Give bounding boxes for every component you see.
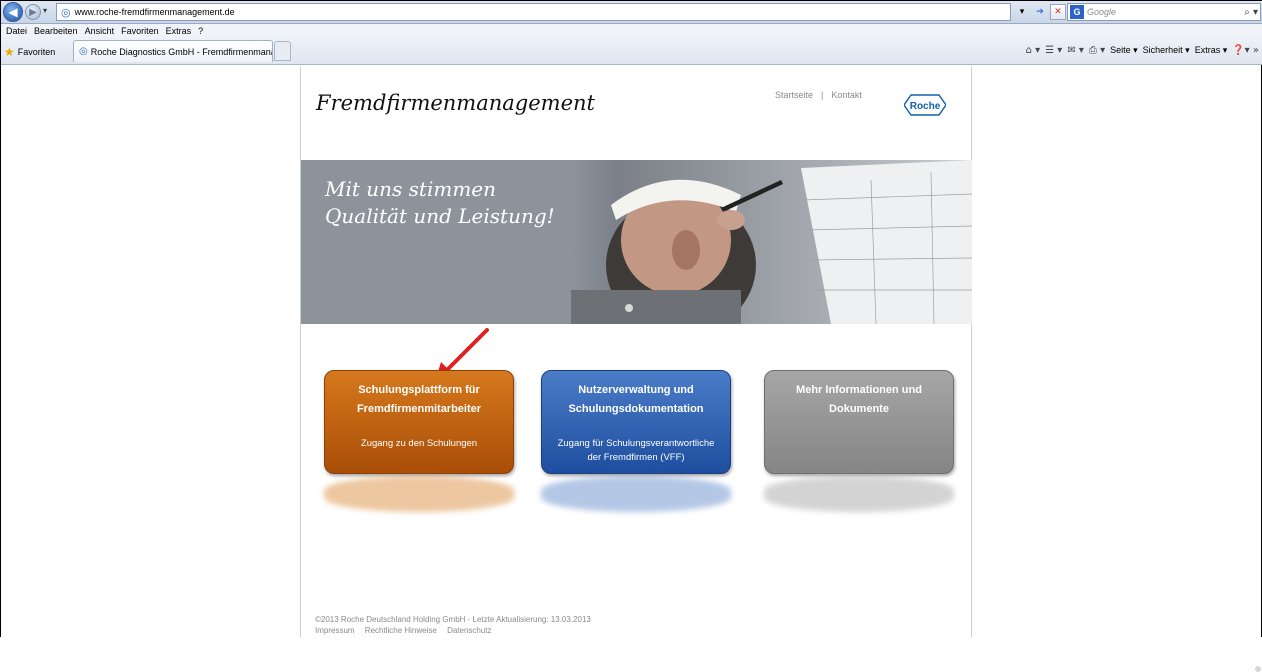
star-icon: ★ [4, 45, 15, 59]
tile-title-line-2: Dokumente [829, 403, 889, 415]
footer-links: Impressum Rechtliche Hinweise Datenschut… [315, 625, 591, 636]
favorites-button[interactable]: ★ Favoriten [4, 45, 55, 59]
nav-startseite[interactable]: Startseite [775, 90, 813, 100]
help-icon[interactable]: ❓▾ » [1232, 45, 1259, 56]
scroll-marker [1255, 666, 1261, 672]
stop-icon[interactable]: ✕ [1050, 4, 1066, 20]
footer: ©2013 Roche Deutschland Holding GmbH - L… [315, 614, 591, 636]
tile-schulungsplattform[interactable]: Schulungsplattform für Fremdfirmenmitarb… [324, 370, 514, 474]
tile-title-line-1: Mehr Informationen und [796, 384, 922, 396]
arrow-right-icon: ▶ [29, 6, 37, 18]
tile-reflection [541, 476, 731, 512]
tile-title-line-2: Fremdfirmenmitarbeiter [356, 403, 482, 415]
menu-datei[interactable]: Datei [6, 26, 27, 36]
hero-line-1: Mit uns stimmen [325, 177, 496, 201]
tile-title: Nutzerverwaltung und Schulungsdokumentat… [542, 381, 730, 419]
browser-window: ◀ ▶ ▾ ◎ www.roche-fremdfirmenmanagement.… [0, 0, 1262, 672]
mail-icon[interactable]: ✉ ▾ [1067, 45, 1084, 56]
roche-logo-text: Roche [910, 101, 941, 112]
url-text: www.roche-fremdfirmenmanagement.de [74, 7, 235, 17]
hero-banner: Mit uns stimmen Qualität und Leistung! [301, 160, 972, 324]
page-menu[interactable]: Seite ▾ [1110, 45, 1138, 56]
ie-page-icon: ◎ [79, 46, 88, 57]
tile-nutzerverwaltung[interactable]: Nutzerverwaltung und Schulungsdokumentat… [541, 370, 731, 474]
url-dropdown-icon[interactable]: ▾ [1014, 4, 1030, 20]
site-page: Fremdfirmenmanagement Startseite | Konta… [300, 66, 972, 637]
footer-link-rechtliche-hinweise[interactable]: Rechtliche Hinweise [365, 626, 437, 635]
menu-bar: Datei Bearbeiten Ansicht Favoriten Extra… [1, 24, 1262, 37]
go-icon[interactable]: ➔ [1032, 4, 1048, 20]
page-viewport: Fremdfirmenmanagement Startseite | Konta… [1, 66, 1261, 672]
security-menu[interactable]: Sicherheit ▾ [1143, 45, 1190, 56]
site-title: Fremdfirmenmanagement [316, 91, 595, 115]
hero-photo [571, 160, 972, 324]
back-button[interactable]: ◀ [3, 2, 23, 22]
tile-title-line-1: Schulungsplattform für [358, 384, 480, 396]
hero-slogan: Mit uns stimmen Qualität und Leistung! [325, 176, 555, 230]
tile-title-line-1: Nutzerverwaltung und [578, 384, 694, 396]
hero-line-2: Qualität und Leistung! [325, 204, 555, 228]
tile-mehr-informationen[interactable]: Mehr Informationen und Dokumente [764, 370, 954, 474]
tile-subtitle-line-1: Zugang zu den Schulungen [360, 438, 478, 449]
tile-subtitle: Zugang zu den Schulungen [325, 437, 513, 451]
feeds-icon[interactable]: ☰ ▾ [1045, 45, 1062, 56]
tile-subtitle: Zugang für Schulungsverantwortliche der … [542, 437, 730, 465]
print-icon[interactable]: ⎙ ▾ [1089, 45, 1105, 56]
menu-favoriten[interactable]: Favoriten [121, 26, 159, 36]
menu-ansicht[interactable]: Ansicht [85, 26, 115, 36]
tile-title: Mehr Informationen und Dokumente [765, 381, 953, 419]
command-bar: ⌂ ▾ ☰ ▾ ✉ ▾ ⎙ ▾ Seite ▾ Sicherheit ▾ Ext… [1026, 45, 1259, 56]
search-icon[interactable]: ⌕ ▾ [1244, 7, 1258, 18]
nav-kontakt[interactable]: Kontakt [831, 90, 862, 100]
google-icon: G [1070, 5, 1084, 19]
tab-title: Roche Diagnostics GmbH - Fremdfirmenmana… [90, 46, 272, 57]
home-icon[interactable]: ⌂ ▾ [1026, 45, 1041, 56]
footer-copyright: ©2013 Roche Deutschland Holding GmbH - L… [315, 615, 591, 624]
menu-bearbeiten[interactable]: Bearbeiten [34, 26, 78, 36]
extras-menu[interactable]: Extras ▾ [1195, 45, 1228, 56]
tile-reflection [324, 476, 514, 512]
address-bar: ◀ ▶ ▾ ◎ www.roche-fremdfirmenmanagement.… [1, 1, 1262, 24]
tile-title-line-2: Schulungsdokumentation [568, 403, 704, 415]
forward-button[interactable]: ▶ [25, 4, 41, 20]
tile-title: Schulungsplattform für Fremdfirmenmitarb… [325, 381, 513, 419]
favorites-bar: ★ Favoriten ◎ Roche Diagnostics GmbH - F… [1, 37, 1262, 65]
search-placeholder: Google [1087, 7, 1117, 17]
tile-subtitle-line-2: der Fremdfirmen (VFF) [587, 452, 685, 463]
tile-subtitle-line-1: Zugang für Schulungsverantwortliche [557, 438, 715, 449]
tab-active[interactable]: ◎ Roche Diagnostics GmbH - Fremdfirmenma… [73, 40, 273, 62]
top-nav: Startseite | Kontakt [775, 90, 862, 100]
url-tools: ▾ ➔ ✕ [1014, 4, 1066, 20]
url-input[interactable]: ◎ www.roche-fremdfirmenmanagement.de [56, 3, 1011, 21]
tile-reflection [764, 476, 954, 512]
favorites-label: Favoriten [17, 47, 56, 57]
menu-help[interactable]: ? [198, 26, 203, 36]
new-tab-button[interactable] [274, 41, 291, 61]
ie-page-icon: ◎ [61, 5, 71, 19]
nav-separator: | [821, 90, 824, 100]
arrow-left-icon: ◀ [8, 5, 18, 19]
menu-extras[interactable]: Extras [166, 26, 192, 36]
history-dropdown-icon[interactable]: ▾ [43, 6, 53, 18]
footer-link-impressum[interactable]: Impressum [315, 626, 355, 635]
roche-logo[interactable]: Roche [904, 94, 946, 116]
footer-link-datenschutz[interactable]: Datenschutz [447, 626, 491, 635]
search-input[interactable]: G Google ⌕ ▾ [1067, 3, 1261, 21]
